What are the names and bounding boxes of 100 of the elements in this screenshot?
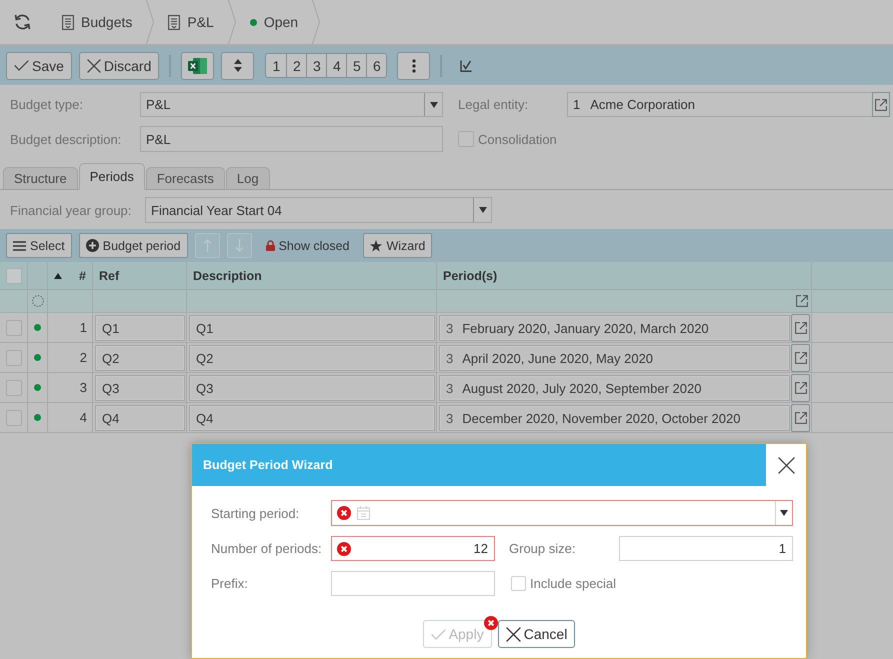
budget-description-input[interactable]: P&L <box>140 126 443 152</box>
external-link-icon[interactable] <box>796 295 808 307</box>
periods-field[interactable]: 3 February 2020, January 2020, March 2020 <box>439 315 790 341</box>
wizard-button[interactable]: Wizard <box>363 233 432 258</box>
more-button[interactable] <box>397 52 430 80</box>
description-field[interactable]: Q1 <box>189 315 435 341</box>
starting-period-select[interactable] <box>331 500 793 526</box>
external-link-icon <box>875 98 887 110</box>
dropdown-arrow-icon <box>478 207 486 213</box>
dropdown-arrow-icon <box>430 102 438 108</box>
column-header[interactable]: # <box>79 268 86 282</box>
period-list: April 2020, June 2020, May 2020 <box>462 350 654 366</box>
period-list: February 2020, January 2020, March 2020 <box>462 320 709 336</box>
number-of-periods-input[interactable]: 12 <box>331 536 495 561</box>
level-button[interactable]: 2 <box>286 54 306 77</box>
spreadsheet-button[interactable] <box>181 52 214 80</box>
breadcrumb-item[interactable]: Budgets <box>48 0 146 44</box>
breadcrumb-item[interactable]: P&L <box>154 0 228 44</box>
tab[interactable]: Structure <box>3 167 78 190</box>
field-label: Prefix: <box>211 576 248 591</box>
external-link-icon <box>794 412 806 424</box>
dashed-circle-icon <box>32 295 44 307</box>
open-button[interactable] <box>791 404 810 432</box>
lock-icon <box>266 240 275 251</box>
period-list: August 2020, July 2020, September 2020 <box>462 380 702 396</box>
save-button[interactable]: Save <box>6 52 72 80</box>
close-button[interactable] <box>766 444 806 486</box>
external-link-icon <box>794 352 806 364</box>
field-label: Number of periods: <box>211 541 322 556</box>
include-special-checkbox[interactable] <box>511 576 526 591</box>
row-checkbox[interactable] <box>6 380 22 396</box>
periods-field[interactable]: 3 August 2020, July 2020, September 2020 <box>439 375 790 401</box>
column-header[interactable]: Description <box>193 268 262 282</box>
field-label: Starting period: <box>211 506 300 520</box>
row-checkbox[interactable] <box>6 320 22 336</box>
row-checkbox[interactable] <box>6 350 22 366</box>
ref-field[interactable]: Q1 <box>95 315 185 341</box>
ref-field[interactable]: Q4 <box>95 405 185 431</box>
tab[interactable]: Periods <box>78 163 145 190</box>
external-link-icon <box>794 322 806 334</box>
group-size-input[interactable]: 1 <box>619 536 793 561</box>
add-button[interactable]: Budget period <box>78 233 188 258</box>
external-link-icon <box>794 382 806 394</box>
breadcrumb-item[interactable]: Open <box>236 0 312 44</box>
field-label: Group size: <box>509 541 576 556</box>
description-field[interactable]: Q2 <box>189 345 435 371</box>
select-button[interactable]: Select <box>6 233 72 258</box>
row-number: 1 <box>48 313 93 342</box>
field-label: Budget description: <box>10 132 122 146</box>
level-button[interactable]: 6 <box>366 54 386 77</box>
show-closed-button[interactable]: Show closed <box>266 233 350 258</box>
budget-type-select[interactable]: P&L <box>140 92 443 117</box>
spreadsheet-icon <box>188 58 208 74</box>
period-count: 3 <box>446 350 454 366</box>
prefix-input[interactable] <box>331 571 495 596</box>
level-button[interactable]: 1 <box>266 54 286 77</box>
star-icon <box>370 240 382 252</box>
open-button[interactable] <box>791 374 810 402</box>
open-button[interactable] <box>872 92 890 117</box>
discard-button[interactable]: Discard <box>78 52 160 80</box>
plus-circle-icon <box>86 239 99 252</box>
financial-year-group-select[interactable]: Financial Year Start 04 <box>145 197 492 223</box>
cancel-button[interactable]: Cancel <box>498 620 576 648</box>
check-icon <box>14 60 29 71</box>
column-header[interactable]: Ref <box>99 268 120 282</box>
tab[interactable]: Forecasts <box>146 167 225 190</box>
select-all-checkbox[interactable] <box>6 268 22 284</box>
tick-corner-icon <box>460 60 472 72</box>
select-value: Financial Year Start 04 <box>151 202 283 218</box>
field-label: Legal entity: <box>458 97 528 112</box>
period-count: 3 <box>446 320 454 336</box>
description-field[interactable]: Q4 <box>189 405 435 431</box>
menu-icon <box>13 240 26 250</box>
consolidation-checkbox[interactable] <box>458 131 474 147</box>
entity-number: 1 <box>573 97 580 112</box>
ref-field[interactable]: Q2 <box>95 345 185 371</box>
more-vertical-icon <box>412 58 416 72</box>
open-button[interactable] <box>791 314 810 342</box>
legal-entity-field[interactable]: 1 Acme Corporation <box>567 92 890 117</box>
level-button[interactable]: 3 <box>306 54 326 77</box>
level-button[interactable]: 5 <box>346 54 366 77</box>
period-count: 3 <box>446 380 454 396</box>
periods-field[interactable]: 3 December 2020, November 2020, October 2020 <box>439 405 790 431</box>
cross-icon <box>86 58 101 72</box>
document-icon <box>62 14 74 30</box>
ref-field[interactable]: Q3 <box>95 375 185 401</box>
select-value: P&L <box>146 97 172 112</box>
row-checkbox[interactable] <box>6 410 22 426</box>
tab[interactable]: Log <box>226 167 270 190</box>
period-count: 3 <box>446 410 454 426</box>
description-field[interactable]: Q3 <box>189 375 435 401</box>
checkbox-label: Include special <box>530 576 616 591</box>
sort-button[interactable] <box>221 52 254 80</box>
open-button[interactable] <box>791 344 810 372</box>
close-icon <box>778 456 794 474</box>
periods-field[interactable]: 3 April 2020, June 2020, May 2020 <box>439 345 790 371</box>
entity-name: Acme Corporation <box>590 97 696 112</box>
row-number: 3 <box>48 373 93 402</box>
level-button[interactable]: 4 <box>326 54 346 77</box>
column-header[interactable]: Period(s) <box>443 268 498 282</box>
